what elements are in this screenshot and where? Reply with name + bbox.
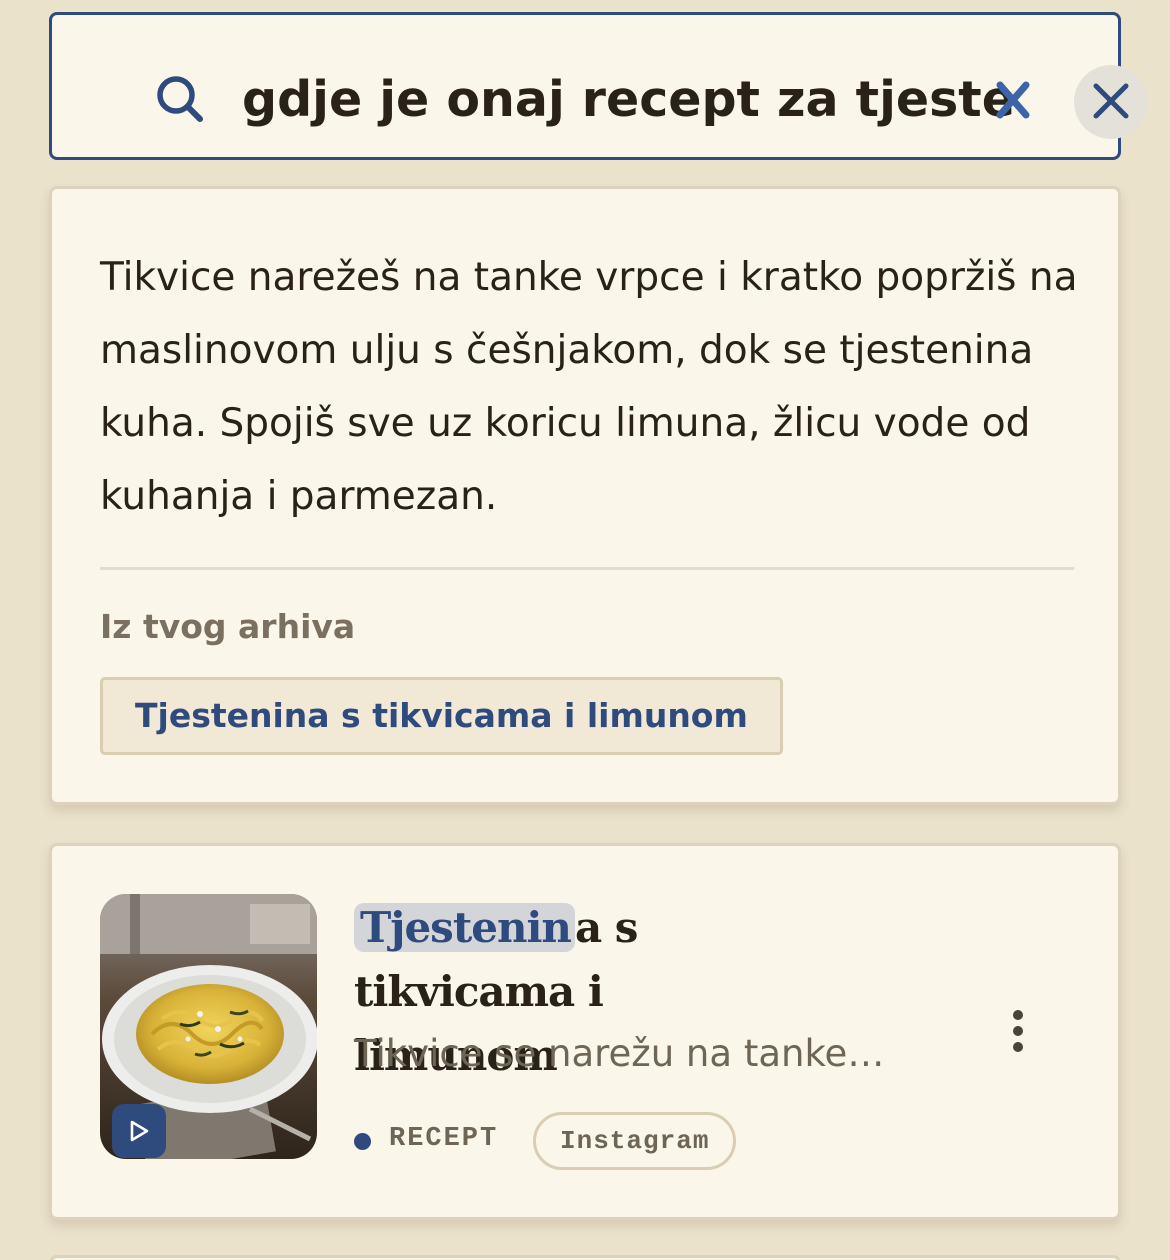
archive-label: Iz tvog arhiva xyxy=(100,607,356,646)
search-match-highlight: Tjestenin xyxy=(354,903,575,952)
archive-source-link[interactable]: Tjestenina s tikvicama i limunom xyxy=(100,677,783,755)
answer-card: Tikvice narežeš na tanke vrpce i kratko … xyxy=(49,186,1121,805)
play-icon[interactable] xyxy=(112,1104,166,1158)
more-vertical-icon[interactable] xyxy=(1000,1006,1036,1056)
type-label: RECEPT xyxy=(389,1124,499,1154)
answer-text: Tikvice narežeš na tanke vrpce i kratko … xyxy=(100,255,1078,519)
close-icon xyxy=(1091,81,1131,124)
close-icon[interactable] xyxy=(992,77,1034,123)
search-bar[interactable]: gdje je onaj recept za tjestenin xyxy=(49,12,1148,160)
dot xyxy=(1013,1042,1023,1052)
next-result-card[interactable] xyxy=(49,1255,1121,1260)
clear-search-button[interactable] xyxy=(1074,65,1148,139)
source-chip[interactable]: Instagram xyxy=(533,1112,737,1170)
dot xyxy=(1013,1026,1023,1036)
result-card[interactable]: Tjestenina s tikvicama i limunom Tikvice… xyxy=(49,843,1121,1220)
divider xyxy=(100,567,1074,570)
dot xyxy=(1013,1010,1023,1020)
result-snippet: Tikvice se narežu na tanke… xyxy=(354,1032,885,1075)
search-results-page: gdje je onaj recept za tjestenin Tikvice… xyxy=(0,0,1170,1260)
search-icon xyxy=(152,71,208,127)
recipe-thumbnail[interactable] xyxy=(100,894,317,1159)
type-dot xyxy=(354,1133,371,1150)
search-input[interactable]: gdje je onaj recept za tjestenin xyxy=(242,57,1012,143)
